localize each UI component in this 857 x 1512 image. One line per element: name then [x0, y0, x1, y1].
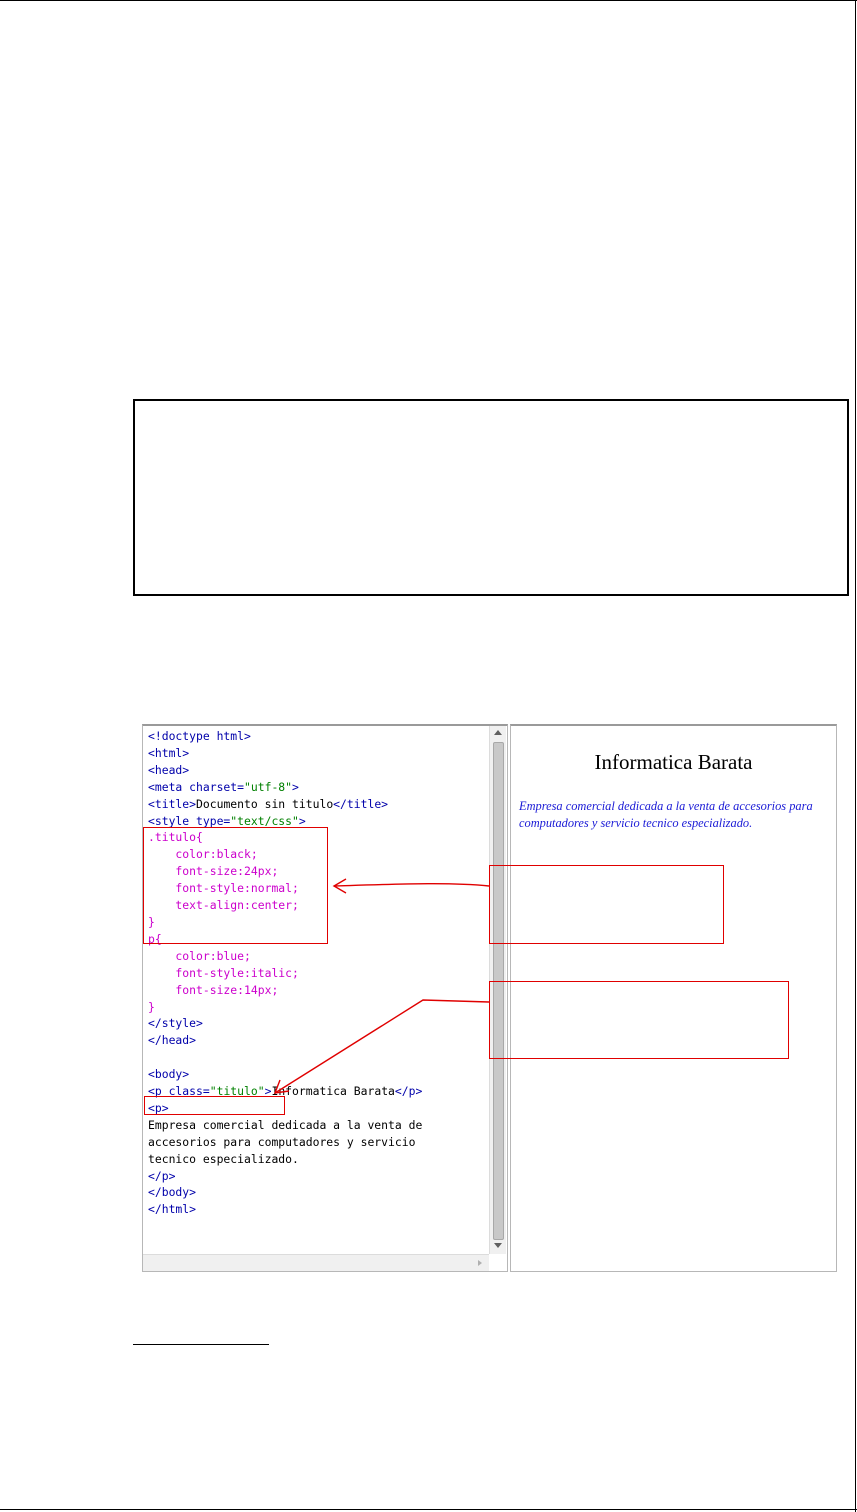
footnote-separator	[133, 1344, 269, 1345]
code-line: font-size:14px;	[148, 982, 279, 997]
code-line: <head>	[148, 762, 190, 777]
code-line: <body>	[148, 1067, 190, 1082]
code-line: <meta charset="utf-8">	[148, 779, 299, 794]
code-line: tecnico especializado.	[148, 1151, 299, 1166]
page-right-rule	[855, 0, 856, 1512]
scroll-up-arrow-icon[interactable]	[494, 730, 502, 735]
code-line: accesorios para computadores y servicio	[148, 1134, 416, 1149]
page-top-rule	[0, 0, 857, 1]
code-horizontal-scrollbar[interactable]	[143, 1254, 489, 1271]
code-line: </body>	[148, 1185, 197, 1200]
scroll-down-arrow-icon[interactable]	[494, 1243, 502, 1248]
code-line: color:blue;	[148, 948, 251, 963]
code-editor-panel[interactable]: <!doctype html> <html> <head> <meta char…	[142, 724, 508, 1272]
scroll-right-arrow-icon[interactable]	[478, 1260, 482, 1266]
note-box	[133, 399, 849, 596]
code-line: <html>	[148, 745, 190, 760]
titulo-rule-highlight	[143, 827, 328, 944]
page-bottom-rule	[0, 1509, 857, 1510]
preview-title: Informatica Barata	[594, 750, 753, 774]
code-line: </style>	[148, 1016, 203, 1031]
class-attribute-highlight	[144, 1096, 285, 1115]
code-line: <style type="text/css">	[148, 813, 306, 828]
code-line: }	[148, 999, 155, 1014]
code-listing: <!doctype html> <html> <head> <meta char…	[148, 728, 422, 1218]
preview-paragraph: Empresa comercial dedicada a la venta de…	[519, 799, 813, 830]
callout-box-class-usage	[489, 981, 789, 1059]
code-line: <!doctype html>	[148, 729, 251, 743]
code-line: </head>	[148, 1033, 197, 1048]
code-line: </p>	[148, 1168, 176, 1183]
code-line: font-style:italic;	[148, 965, 299, 980]
callout-box-class-rule	[489, 865, 724, 944]
code-line: <title>Documento sin titulo</title>	[148, 796, 389, 811]
code-line: </html>	[148, 1202, 197, 1217]
code-line: Empresa comercial dedicada a la venta de	[148, 1117, 423, 1132]
